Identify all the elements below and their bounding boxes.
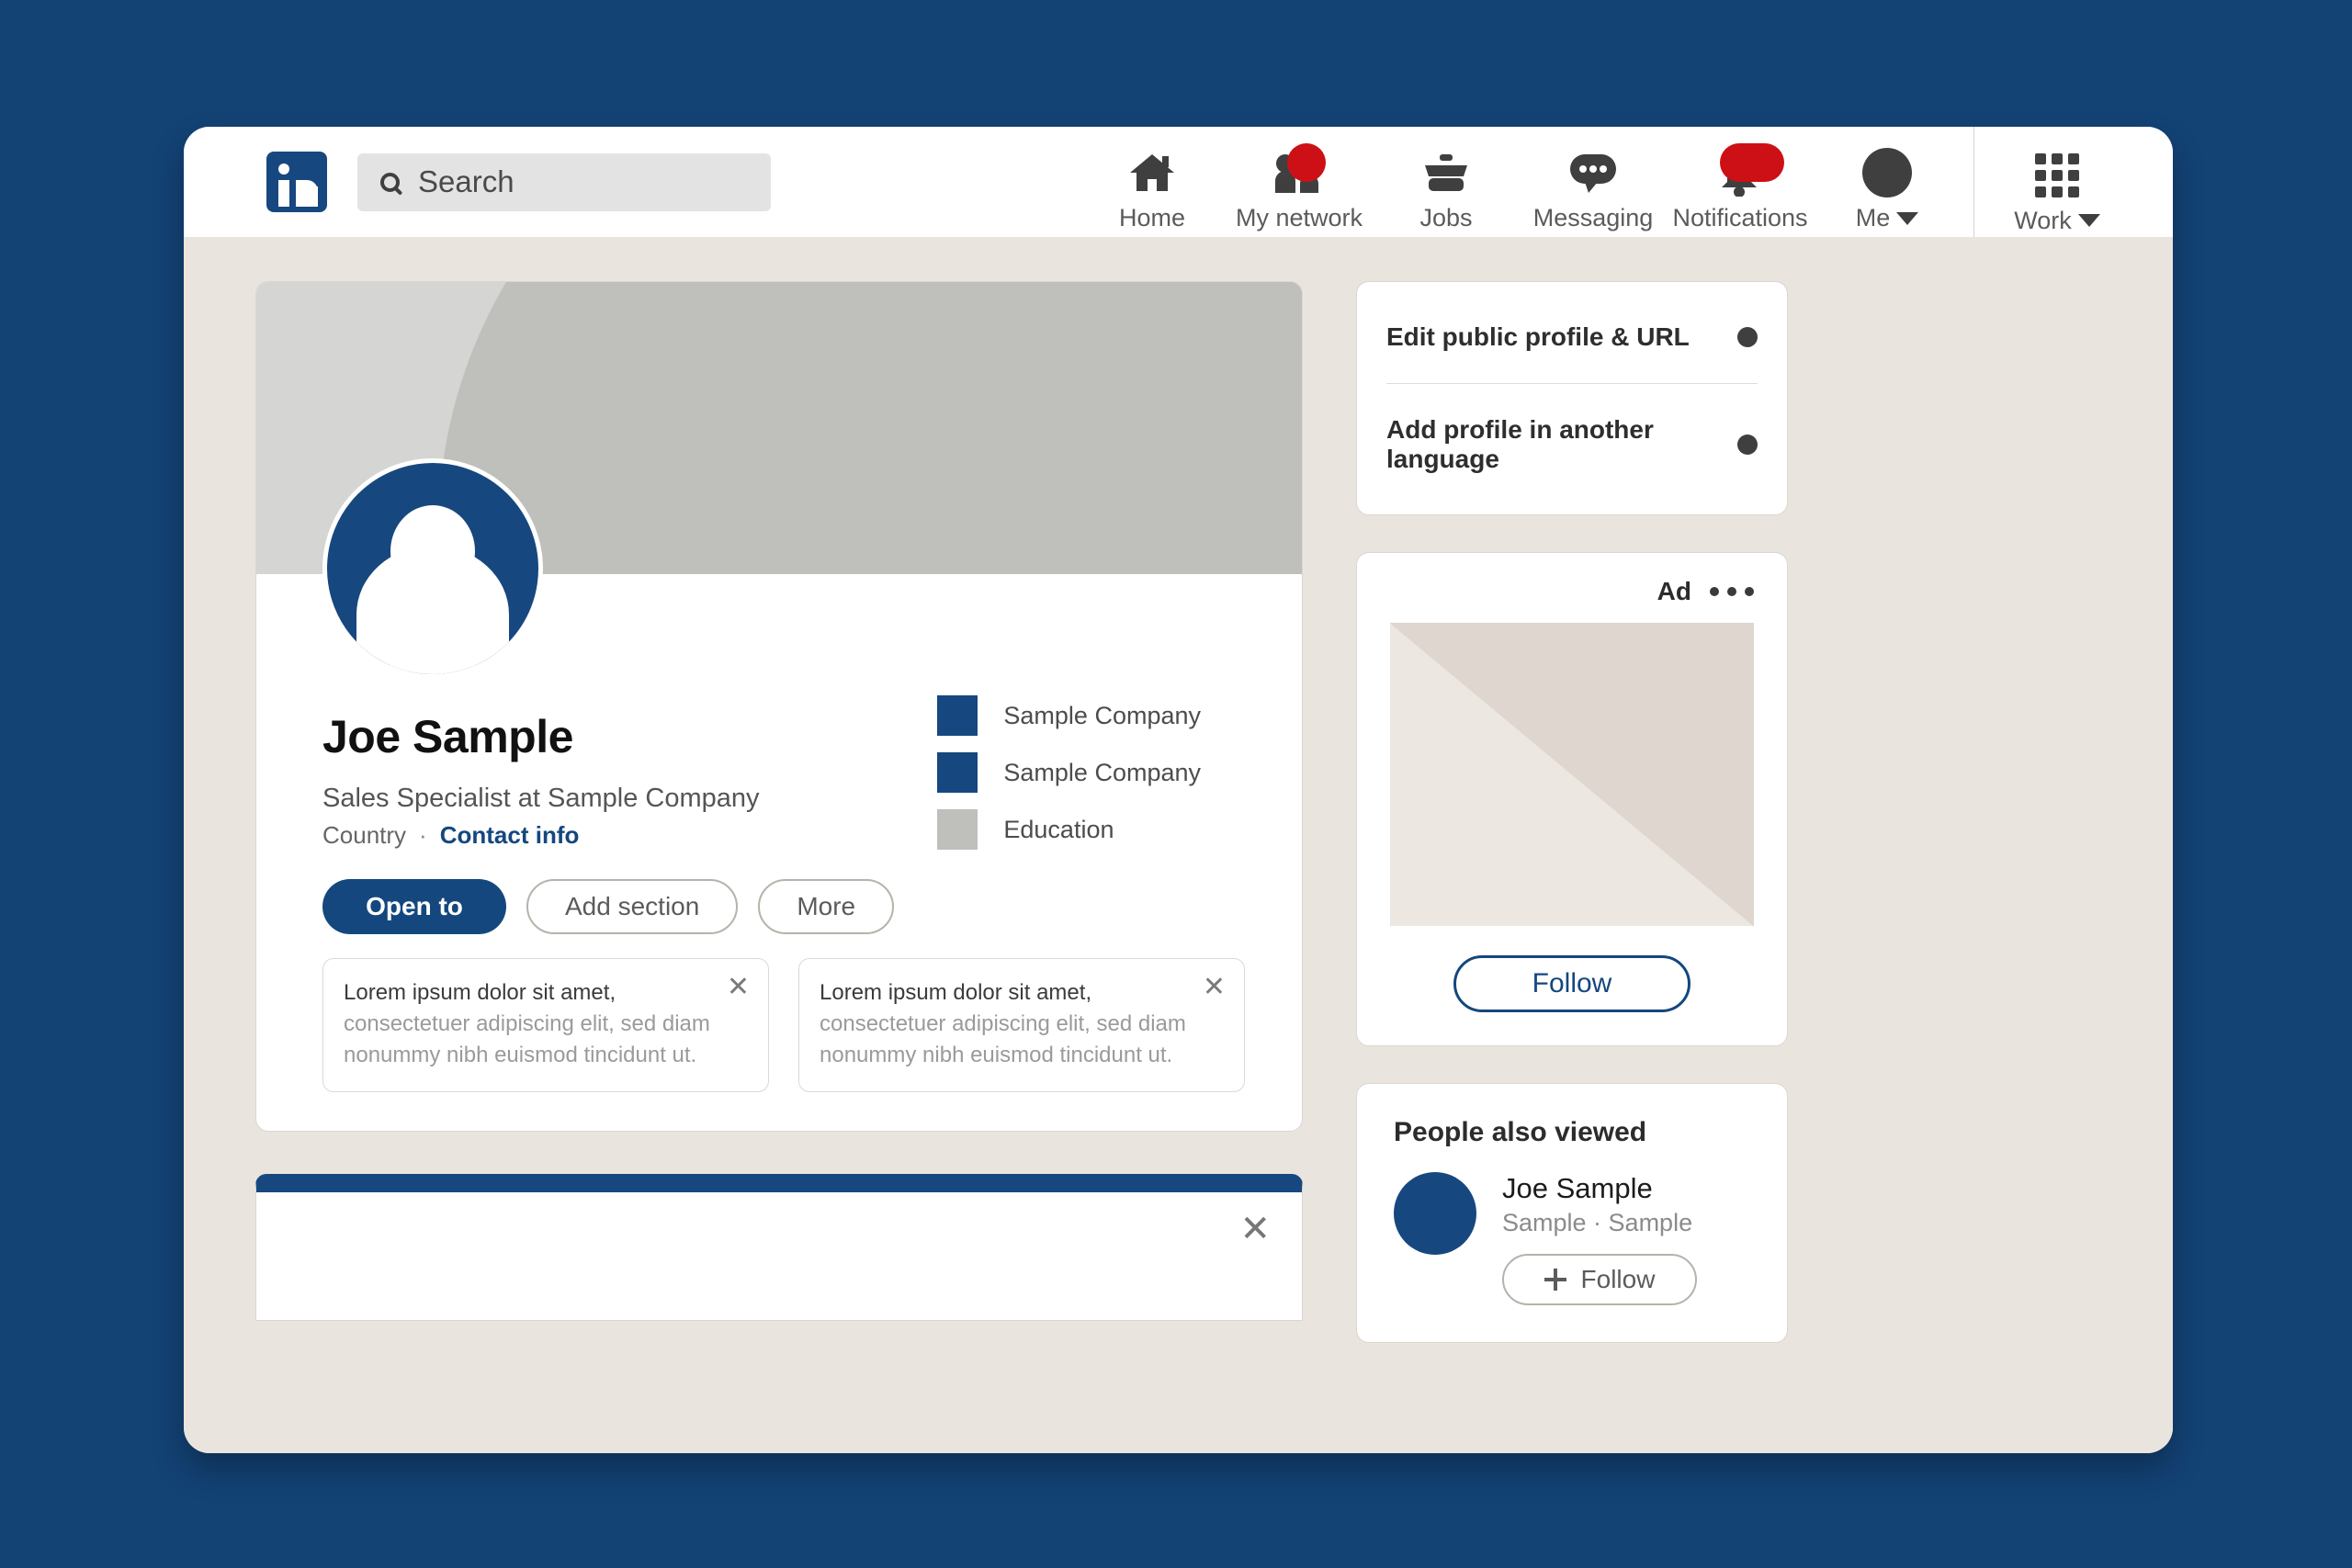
follow-button[interactable]: Follow [1502,1254,1697,1305]
person-subtitle: Sample · Sample [1502,1209,1693,1236]
people-also-viewed-card: People also viewed Joe Sample Sample · S… [1356,1083,1788,1343]
nav-item-notifications[interactable]: Notifications [1667,143,1814,232]
sidebar-column: Edit public profile & URL Add profile in… [1356,281,1788,1453]
bullet-icon [1737,327,1758,347]
suggestion-cards: Lorem ipsum dolor sit amet, consectetuer… [322,958,1245,1093]
legend-label: Sample Company [1003,701,1201,729]
ad-image-shape [1390,623,1754,926]
cover-shape-circle [438,282,1302,574]
people-icon [1271,143,1328,198]
network-badge [1287,143,1326,182]
top-navigation-bar: Search Home My network Jobs Messaging No… [184,127,2173,237]
suggestion-card[interactable]: Lorem ipsum dolor sit amet, consectetuer… [798,958,1245,1093]
more-button[interactable]: More [758,879,895,934]
chevron-down-icon [2077,214,2100,227]
nav-label-work-text: Work [2014,206,2072,234]
search-placeholder: Search [418,164,514,198]
nav-label-my-network: My network [1235,204,1363,231]
bullet-icon [1737,434,1758,455]
profile-action-buttons: Open to Add section More [322,879,1245,934]
ad-image-placeholder[interactable] [1390,623,1754,926]
nav-label-me-text: Me [1855,204,1891,231]
nav-item-me[interactable]: Me [1814,147,1961,232]
more-options-icon[interactable] [1710,587,1754,596]
close-icon[interactable]: ✕ [1203,974,1226,1001]
person-name: Joe Sample [1502,1172,1653,1204]
open-to-button[interactable]: Open to [322,879,506,934]
company-logo-swatch [937,695,978,736]
plus-icon [1544,1269,1566,1291]
profile-info: Sample Company Sample Company Education … [256,574,1302,1131]
home-icon [1127,147,1177,198]
avatar-icon [1394,1172,1476,1255]
legend-item[interactable]: Sample Company [937,752,1201,793]
browser-window: Search Home My network Jobs Messaging No… [184,127,2173,1453]
chevron-down-icon [1896,211,1919,225]
education-logo-swatch [937,809,978,850]
search-input[interactable]: Search [357,152,771,211]
suggestion-lead: Lorem ipsum dolor sit amet, [344,980,616,1005]
legend-label: Sample Company [1003,758,1201,786]
legend-item[interactable]: Education [937,809,1201,850]
nav-label-me: Me [1856,204,1919,232]
linkedin-logo-icon[interactable] [266,152,327,212]
avatar-icon [1862,147,1912,198]
company-logo-swatch [937,752,978,793]
nav-label-home: Home [1118,204,1186,231]
page-body: Sample Company Sample Company Education … [184,237,2173,1453]
suggestion-rest: consectetuer adipiscing elit, sed diam n… [820,1011,1186,1068]
nav-label-work: Work [2014,207,2100,235]
briefcase-icon [1421,147,1471,198]
close-icon[interactable]: ✕ [1239,1211,1271,1247]
grid-apps-icon [2035,150,2079,201]
list-item[interactable]: Joe Sample Sample · Sample Follow [1394,1172,1750,1305]
experience-legend: Sample Company Sample Company Education [937,695,1201,866]
legend-item[interactable]: Sample Company [937,695,1201,736]
nav-item-my-network[interactable]: My network [1226,143,1373,232]
ad-header: Ad [1390,577,1754,606]
nav-item-jobs[interactable]: Jobs [1373,147,1520,232]
nav-label-jobs: Jobs [1419,204,1473,231]
nav-label-messaging: Messaging [1532,204,1654,231]
list-item-body: Joe Sample Sample · Sample Follow [1502,1172,1697,1305]
edit-public-profile-row[interactable]: Edit public profile & URL [1386,291,1758,383]
search-icon [380,172,400,192]
suggestion-text: Lorem ipsum dolor sit amet, consectetuer… [344,977,713,1071]
edit-public-profile-label: Edit public profile & URL [1386,322,1690,351]
contact-info-link[interactable]: Contact info [440,821,580,850]
edit-profile-card: Edit public profile & URL Add profile in… [1356,281,1788,515]
bell-icon [1714,143,1784,198]
ad-label: Ad [1657,577,1691,605]
add-language-row[interactable]: Add profile in another language [1386,383,1758,505]
suggestion-rest: consectetuer adipiscing elit, sed diam n… [344,1011,710,1068]
ad-card: Ad Follow [1356,552,1788,1046]
promo-card: ✕ [255,1174,1303,1322]
notifications-badge [1720,143,1784,182]
suggestion-lead: Lorem ipsum dolor sit amet, [820,980,1092,1005]
profile-location: Country [322,821,407,849]
meta-separator: · [419,821,427,849]
suggestion-card[interactable]: Lorem ipsum dolor sit amet, consectetuer… [322,958,769,1093]
nav-item-messaging[interactable]: Messaging [1520,147,1667,232]
add-language-label: Add profile in another language [1386,415,1654,473]
nav-items-group: Home My network Jobs Messaging Notificat… [1079,127,1961,237]
follow-label: Follow [1580,1265,1656,1293]
people-also-viewed-title: People also viewed [1394,1117,1647,1147]
legend-label: Education [1003,815,1114,843]
close-icon[interactable]: ✕ [727,974,750,1001]
profile-card: Sample Company Sample Company Education … [255,281,1303,1133]
add-section-button[interactable]: Add section [526,879,739,934]
nav-label-notifications: Notifications [1672,204,1808,231]
suggestion-text: Lorem ipsum dolor sit amet, consectetuer… [820,977,1189,1071]
message-bubble-icon [1566,147,1620,198]
nav-item-work[interactable]: Work [1974,130,2140,235]
nav-left-group: Search [184,152,771,212]
nav-item-home[interactable]: Home [1079,147,1226,232]
main-column: Sample Company Sample Company Education … [255,281,1303,1453]
ad-follow-button[interactable]: Follow [1453,955,1690,1012]
